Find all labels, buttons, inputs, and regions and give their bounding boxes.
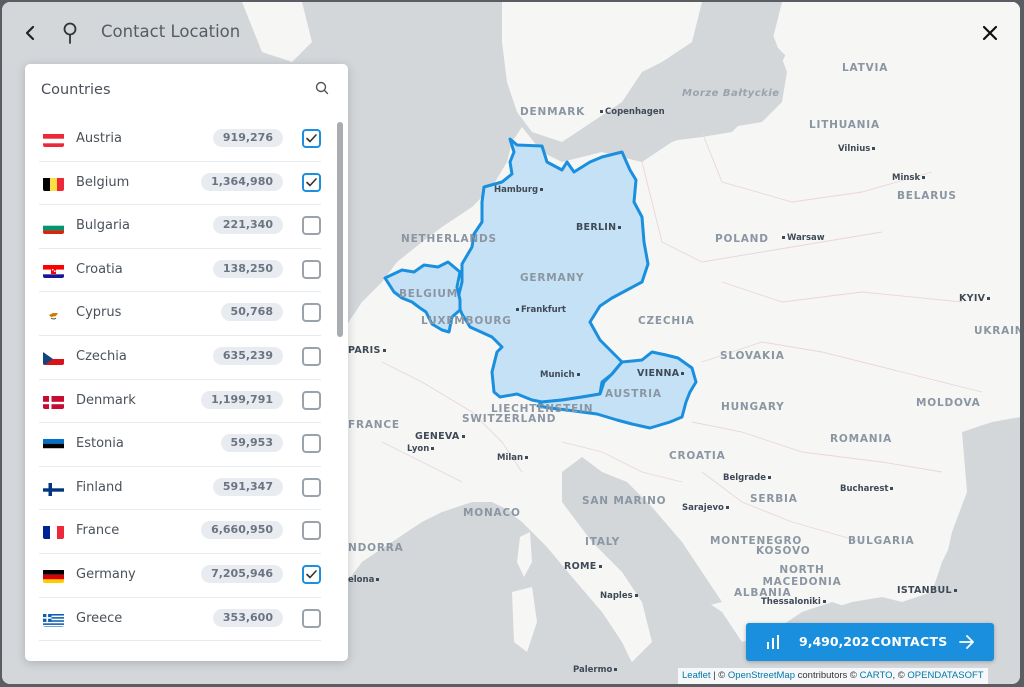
country-row-belgium[interactable]: Belgium 1,364,980 [39,162,321,206]
attribution-sep: | © [710,670,728,681]
contact-count-badge: 919,276 [212,129,283,147]
chevron-left-icon [25,25,35,41]
greece-flag-icon [43,613,64,627]
map-pin-icon [62,21,78,45]
attribution-contributors: contributors © [795,670,860,681]
country-name: Czechia [76,348,127,364]
country-name: Estonia [76,436,124,452]
country-row-estonia[interactable]: Estonia 59,953 [39,423,321,467]
austria-flag-icon [43,133,64,147]
map-attribution: Leaflet | © OpenStreetMap contributors ©… [678,668,988,684]
country-name: Belgium [76,174,130,190]
france-flag-icon [43,525,64,540]
contact-count-badge: 353,600 [212,608,283,627]
country-row-denmark[interactable]: Denmark 1,199,791 [39,380,321,424]
country-checkbox[interactable] [302,564,321,584]
contact-count-badge: 7,205,946 [201,564,283,583]
contact-count-badge: 635,239 [212,346,283,365]
countries-panel: Countries Austria 919,276 Belgium 1,364,980… [25,64,348,661]
contact-count-badge: 50,768 [220,303,283,322]
contact-count-badge: 221,340 [212,216,283,235]
contacts-label: CONTACTS [871,634,948,649]
germany-flag-icon [43,569,64,583]
country-list[interactable]: Austria 919,276 Belgium 1,364,980 Bulgaria 22… [25,118,335,642]
country-name: Greece [76,610,123,626]
country-row-austria[interactable]: Austria 919,276 [39,118,321,162]
country-name: Finland [76,479,123,495]
country-row-bulgaria[interactable]: Bulgaria 221,340 [39,205,321,249]
country-checkbox[interactable] [302,390,321,410]
country-name: Bulgaria [76,218,130,234]
cyprus-flag-icon [43,307,64,322]
finland-flag-icon [43,482,64,496]
contact-count-badge: 6,660,950 [201,521,283,540]
denmark-flag-icon [43,395,64,409]
country-checkbox[interactable] [302,521,321,541]
osm-link[interactable]: OpenStreetMap [728,670,795,681]
country-row-france[interactable]: France 6,660,950 [39,510,321,554]
country-checkbox[interactable] [302,477,321,497]
opendatasoft-link[interactable]: OPENDATASOFT [907,670,983,681]
country-checkbox[interactable] [302,129,321,148]
contact-count-badge: 59,953 [220,434,283,453]
list-scrollbar[interactable] [337,122,343,337]
croatia-flag-icon [43,264,64,278]
search-icon [315,81,329,95]
country-row-finland[interactable]: Finland 591,347 [39,467,321,511]
country-checkbox[interactable] [302,303,321,323]
country-checkbox[interactable] [302,259,321,279]
country-row-cyprus[interactable]: Cyprus 50,768 [39,292,321,336]
bulgaria-flag-icon [43,220,64,235]
modal-header: Contact Location [2,2,1020,62]
panel-title: Countries [41,82,111,98]
arrow-right-icon [959,635,974,649]
background-window-edge [1020,0,1024,687]
close-button[interactable] [980,23,1000,43]
country-row-greece[interactable]: Greece 353,600 [39,598,321,642]
contact-count-badge: 138,250 [212,259,283,278]
country-name: Austria [76,131,122,146]
country-name: France [76,523,120,539]
contact-count-badge: 591,347 [212,477,283,496]
attribution-comma: , © [892,670,908,681]
contacts-count: 9,490,202 [799,634,870,649]
country-name: Germany [76,566,136,582]
country-row-croatia[interactable]: Croatia 138,250 [39,249,321,293]
contact-count-badge: 1,199,791 [201,390,283,409]
country-checkbox[interactable] [302,608,321,628]
country-checkbox[interactable] [302,216,321,236]
czechia-flag-icon [43,351,64,365]
country-name: Croatia [76,261,123,277]
contact-count-badge: 1,364,980 [201,172,283,191]
search-button[interactable] [314,80,330,96]
bar-chart-icon [767,635,779,649]
close-icon [982,25,998,41]
contacts-button[interactable]: 9,490,202 CONTACTS [746,623,994,661]
country-checkbox[interactable] [302,434,321,454]
leaflet-link[interactable]: Leaflet [682,670,711,681]
belgium-flag-icon [43,177,64,191]
country-name: Cyprus [76,305,122,321]
back-button[interactable] [22,22,40,44]
contact-location-modal: Morze Bałtyckie DENMARK Copenhagen LATVI… [2,2,1020,684]
carto-link[interactable]: CARTO [860,670,893,681]
country-name: Denmark [76,392,136,408]
country-checkbox[interactable] [302,172,321,192]
estonia-flag-icon [43,438,64,453]
country-checkbox[interactable] [302,346,321,366]
country-row-czechia[interactable]: Czechia 635,239 [39,336,321,380]
country-row-germany[interactable]: Germany 7,205,946 [39,554,321,598]
modal-title: Contact Location [101,22,241,41]
